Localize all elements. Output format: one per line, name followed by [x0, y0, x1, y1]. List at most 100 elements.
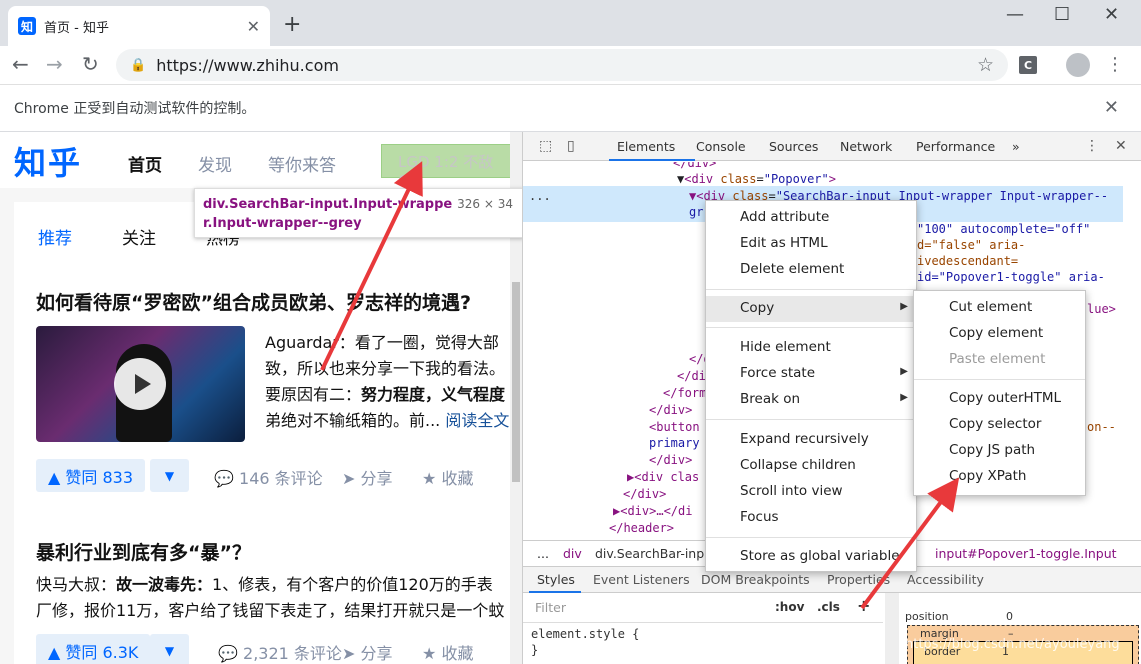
nav-waiting[interactable]: 等你来答 — [268, 151, 336, 176]
nav-home[interactable]: 首页 — [128, 151, 162, 176]
search-input[interactable]: LGD 1:2 不敌 O — [381, 144, 522, 190]
tab-network[interactable]: Network — [840, 139, 892, 154]
upvote-button[interactable]: ▲ 赞同 6.3K — [36, 634, 151, 664]
chrome-menu-icon[interactable]: ⋮ — [1106, 54, 1124, 75]
question-title[interactable]: 暴利行业到底有多“暴”？ — [36, 538, 251, 565]
menu-separator — [706, 419, 916, 420]
breadcrumb-item[interactable]: ... — [537, 546, 549, 561]
forward-arrow-icon[interactable]: → — [46, 52, 63, 76]
tab-recommend[interactable]: 推荐 — [38, 224, 72, 249]
menu-item-store-global[interactable]: Store as global variable — [706, 544, 916, 570]
extension-icon[interactable]: C — [1019, 56, 1037, 74]
more-tabs-icon[interactable]: » — [1012, 139, 1020, 154]
breadcrumb-item[interactable]: div.SearchBar-inpu — [595, 546, 712, 561]
video-thumbnail[interactable] — [36, 326, 245, 442]
tab-performance[interactable]: Performance — [916, 139, 995, 154]
scrollbar-thumb[interactable] — [512, 282, 520, 482]
zhihu-logo[interactable]: 知乎 — [14, 138, 82, 184]
devtools-close-icon[interactable]: ✕ — [1115, 138, 1127, 154]
menu-item-edit-as-html[interactable]: Edit as HTML — [706, 231, 916, 257]
menu-item-copy-js-path[interactable]: Copy JS path — [914, 438, 1085, 464]
answer-excerpt[interactable]: Aguardar：看了一圈，觉得大部 致，所以也来分享一下我的看法。 要原因有二… — [265, 330, 509, 434]
reload-icon[interactable]: ↻ — [82, 52, 99, 76]
comment-button[interactable]: 💬 146 条评论 — [214, 465, 323, 489]
collect-button[interactable]: ★ 收藏 — [422, 465, 473, 489]
menu-separator — [914, 379, 1085, 380]
breadcrumb-item[interactable]: div — [563, 546, 582, 561]
tab-sources[interactable]: Sources — [769, 139, 818, 154]
menu-item-expand-recursively[interactable]: Expand recursively — [706, 427, 916, 453]
comment-button[interactable]: 💬 2,321 条评论 — [218, 640, 342, 664]
upvote-button[interactable]: ▲ 赞同 833 — [36, 459, 146, 492]
tab-console[interactable]: Console — [696, 139, 746, 154]
maximize-button[interactable]: ☐ — [1054, 4, 1070, 25]
menu-item-copy-outerhtml[interactable]: Copy outerHTML — [914, 386, 1085, 412]
excerpt-text: 1、修表，有个客户的价值120万的手表 — [212, 575, 493, 594]
menu-item-label: Force state — [740, 365, 816, 381]
back-arrow-icon[interactable]: ← — [12, 52, 29, 76]
answer-excerpt[interactable]: 快马大叔：故一波毒先：1、修表，有个客户的价值120万的手表 厂修，报价11万，… — [36, 572, 504, 624]
downvote-button[interactable]: ▼ — [150, 634, 189, 664]
menu-item-copy-selector[interactable]: Copy selector — [914, 412, 1085, 438]
bookmark-star-icon[interactable]: ☆ — [977, 54, 994, 76]
infobar-close-icon[interactable]: ✕ — [1104, 97, 1119, 118]
menu-item-copy-element[interactable]: Copy element — [914, 321, 1085, 347]
style-line: } — [531, 643, 539, 657]
active-tab-indicator — [609, 159, 695, 161]
tab-accessibility[interactable]: Accessibility — [907, 572, 984, 587]
address-bar[interactable]: 🔒 https://www.zhihu.com ☆ — [116, 49, 1008, 81]
tab-properties[interactable]: Properties — [827, 572, 890, 587]
menu-item-copy-xpath[interactable]: Copy XPath — [914, 464, 1085, 490]
menu-item-delete-element[interactable]: Delete element — [706, 257, 916, 283]
window-close-button[interactable]: ✕ — [1104, 4, 1119, 25]
element-style-rule[interactable]: element.style { } — [531, 626, 639, 658]
minimize-button[interactable]: — — [1006, 4, 1024, 25]
tab-elements[interactable]: Elements — [617, 139, 675, 154]
menu-item-copy[interactable]: Copy ▶ — [706, 296, 916, 322]
menu-item-collapse-children[interactable]: Collapse children — [706, 453, 916, 479]
tab-close-icon[interactable]: ✕ — [247, 17, 260, 36]
styles-scrollbar[interactable] — [885, 593, 899, 664]
tab-dom-breakpoints[interactable]: DOM Breakpoints — [701, 572, 810, 587]
excerpt-text: 弟绝对不输纸箱的。前... — [265, 411, 441, 430]
menu-item-focus[interactable]: Focus — [706, 505, 916, 531]
code-line: gr — [689, 205, 703, 219]
tab-event-listeners[interactable]: Event Listeners — [593, 572, 690, 587]
url-text[interactable]: https://www.zhihu.com — [156, 56, 977, 75]
new-tab-button[interactable]: + — [283, 12, 301, 37]
devtools-tabbar: ⬚ ▯ Elements Console Sources Network Per… — [523, 132, 1141, 161]
tab-strip: 知 首页 - 知乎 ✕ + — ☐ ✕ — [0, 0, 1141, 46]
device-toolbar-icon[interactable]: ▯ — [567, 138, 575, 154]
collect-button[interactable]: ★ 收藏 — [422, 640, 473, 664]
share-button[interactable]: ➤ 分享 — [342, 465, 393, 489]
node-dots[interactable]: ... — [529, 189, 551, 203]
menu-item-cut-element[interactable]: Cut element — [914, 295, 1085, 321]
filter-input[interactable]: Filter — [535, 600, 566, 615]
avatar[interactable] — [1066, 53, 1090, 77]
menu-item-break-on[interactable]: Break on ▶ — [706, 387, 916, 413]
cls-toggle[interactable]: .cls — [817, 600, 840, 614]
share-button[interactable]: ➤ 分享 — [342, 640, 393, 664]
zhihu-page: 知乎 首页 发现 等你来答 LGD 1:2 不敌 O div.SearchBar… — [0, 132, 522, 664]
menu-item-force-state[interactable]: Force state ▶ — [706, 361, 916, 387]
add-rule-button[interactable]: + — [857, 596, 870, 615]
menu-item-scroll-into-view[interactable]: Scroll into view — [706, 479, 916, 505]
inspect-element-icon[interactable]: ⬚ — [539, 138, 552, 154]
tab-styles[interactable]: Styles — [537, 572, 575, 587]
nav-discover[interactable]: 发现 — [198, 151, 232, 176]
browser-tab[interactable]: 知 首页 - 知乎 ✕ — [8, 6, 270, 46]
code-text: </di — [677, 369, 706, 383]
play-icon[interactable] — [114, 358, 166, 410]
devtools-menu-icon[interactable]: ⋮ — [1085, 138, 1099, 154]
browser-toolbar: ← → ↻ 🔒 https://www.zhihu.com ☆ C ⋮ — [0, 46, 1141, 84]
menu-item-add-attribute[interactable]: Add attribute — [706, 205, 916, 231]
hov-toggle[interactable]: :hov — [775, 600, 804, 614]
automation-infobar: Chrome 正受到自动测试软件的控制。 ✕ — [0, 84, 1141, 132]
code-line: </div> — [649, 403, 692, 417]
downvote-button[interactable]: ▼ — [150, 459, 189, 492]
read-more-link[interactable]: 阅读全文 — [445, 411, 509, 430]
menu-item-hide-element[interactable]: Hide element — [706, 335, 916, 361]
breadcrumb-item[interactable]: input#Popover1-toggle.Input — [935, 546, 1117, 561]
tab-follow[interactable]: 关注 — [122, 224, 156, 249]
question-title[interactable]: 如何看待原“罗密欧”组合成员欧弟、罗志祥的境遇? — [36, 288, 471, 315]
